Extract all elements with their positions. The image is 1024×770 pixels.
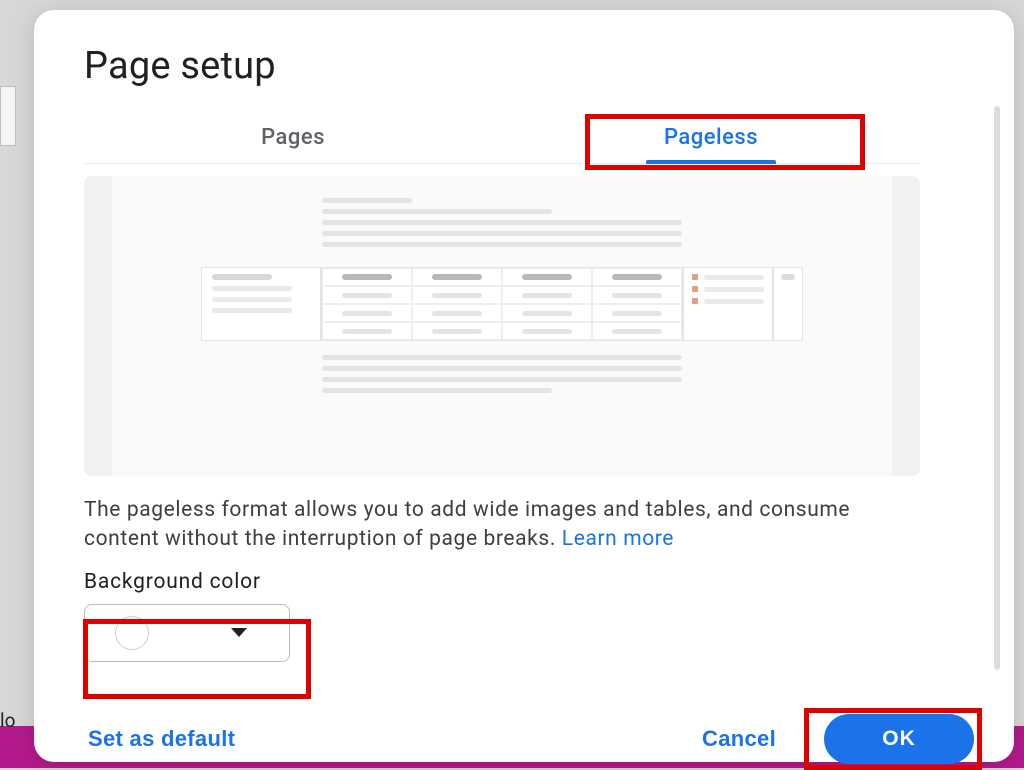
tab-pageless-label: Pageless <box>664 125 758 150</box>
pageless-description-text: The pageless format allows you to add wi… <box>84 498 850 551</box>
preview-wide-table <box>201 267 803 341</box>
active-tab-underline <box>646 160 776 164</box>
background-cutoff-text: lo <box>0 709 15 732</box>
preview-paragraph-top <box>322 198 682 253</box>
color-swatch-icon <box>115 616 149 650</box>
cancel-button[interactable]: Cancel <box>698 716 780 762</box>
learn-more-link[interactable]: Learn more <box>562 527 674 551</box>
dialog-content: Pages Pageless <box>84 112 920 662</box>
caret-down-icon <box>231 628 247 637</box>
background-color-picker[interactable] <box>84 604 290 662</box>
background-ui-fragment <box>0 86 16 146</box>
pageless-description: The pageless format allows you to add wi… <box>84 496 920 554</box>
preview-paragraph-bottom <box>322 355 682 399</box>
tab-pageless[interactable]: Pageless <box>502 112 920 163</box>
pageless-preview-illustration <box>84 176 920 476</box>
background-color-label: Background color <box>84 570 920 594</box>
dialog-footer: Set as default Cancel OK <box>84 714 974 764</box>
ok-button[interactable]: OK <box>824 714 974 764</box>
dialog-scrollbar[interactable] <box>994 106 1000 670</box>
tab-pages[interactable]: Pages <box>84 112 502 163</box>
tab-pages-label: Pages <box>261 125 325 150</box>
page-setup-tabs: Pages Pageless <box>84 112 920 164</box>
set-as-default-button[interactable]: Set as default <box>84 716 239 762</box>
dialog-title: Page setup <box>84 44 974 88</box>
page-setup-dialog: Page setup Pages Pageless <box>34 10 1014 762</box>
